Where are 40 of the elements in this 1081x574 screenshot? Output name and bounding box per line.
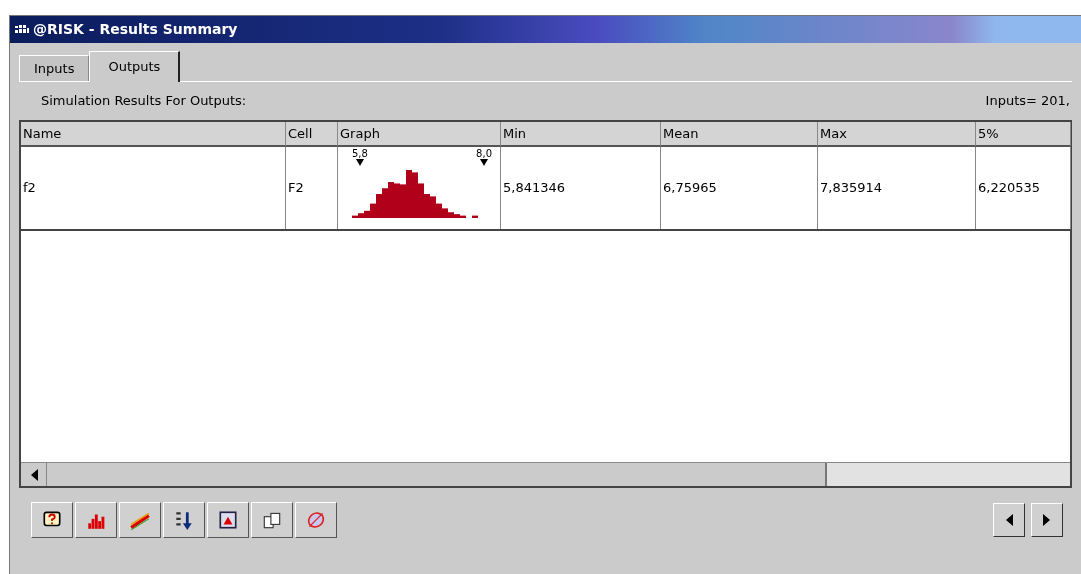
table-cell: 6,220535 — [976, 147, 1071, 229]
column-header[interactable]: Min — [501, 122, 661, 147]
scroll-left-button[interactable] — [21, 463, 47, 486]
column-header[interactable]: Cell — [286, 122, 338, 147]
table-cell: 7,835914 — [818, 147, 976, 229]
column-header[interactable]: Graph — [338, 122, 501, 147]
marker-icon — [480, 159, 489, 166]
chart-window-icon — [217, 509, 239, 531]
toolbar-button[interactable] — [207, 502, 249, 538]
marker-icon — [355, 159, 364, 166]
scrollbar-thumb[interactable] — [47, 463, 827, 486]
table-cell: 5,841346 — [501, 147, 661, 229]
next-button[interactable] — [1031, 503, 1063, 537]
left-arrow-icon — [29, 468, 38, 481]
tab[interactable]: Inputs — [19, 55, 90, 81]
results-label: Simulation Results For Outputs: — [41, 92, 247, 111]
toolbar-button[interactable] — [251, 502, 293, 538]
toolbar-button[interactable] — [163, 502, 205, 538]
toolbar-button[interactable] — [295, 502, 337, 538]
horizontal-scrollbar[interactable] — [21, 462, 1070, 486]
sort-icon — [173, 509, 195, 531]
app-logo-icon — [14, 23, 30, 36]
toolbar-button[interactable] — [119, 502, 161, 538]
column-header[interactable]: Name — [21, 122, 286, 147]
table-cell: 6,75965 — [661, 147, 818, 229]
right-arrow-icon — [1043, 514, 1051, 526]
table-cell: f2 — [21, 147, 286, 229]
graph-min-label: 5,8 — [352, 149, 368, 159]
toolbar-button[interactable] — [75, 502, 117, 538]
previous-button[interactable] — [993, 503, 1025, 537]
graph-max-label: 8,0 — [476, 149, 492, 159]
tab[interactable]: Outputs — [89, 51, 181, 82]
table-cell: F2 — [286, 147, 338, 229]
column-header[interactable]: Mean — [661, 122, 818, 147]
toolbar-button[interactable] — [31, 502, 73, 538]
left-arrow-icon — [1005, 514, 1013, 526]
column-header[interactable]: Max — [818, 122, 976, 147]
inputs-count: Inputs= 201, — [985, 92, 1071, 111]
column-header[interactable]: 5% — [976, 122, 1071, 147]
window-title: @RISK - Results Summary — [33, 20, 238, 39]
